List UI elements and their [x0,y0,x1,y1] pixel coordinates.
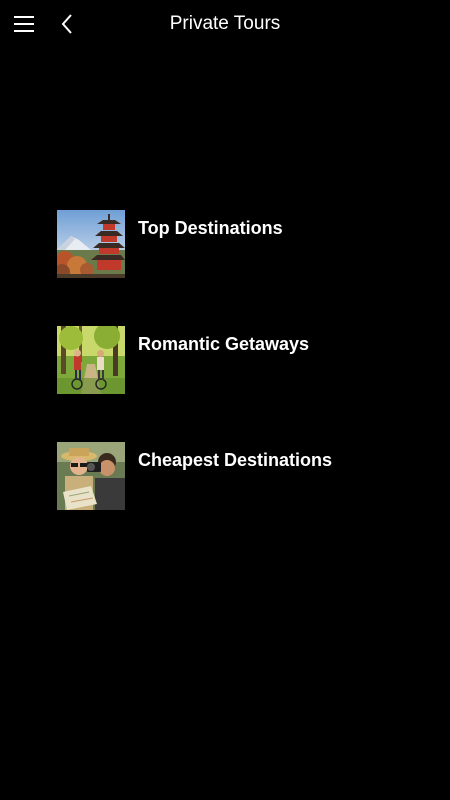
tour-item-top-destinations[interactable]: Top Destinations [57,210,397,278]
app-header: Private Tours [0,0,450,48]
pagoda-mountain-photo [57,210,125,278]
couple-cycling-photo [57,326,125,394]
travelers-with-camera-photo [57,442,125,510]
tour-item-cheapest-destinations[interactable]: Cheapest Destinations [57,442,397,510]
app-screen: Private Tours Top Destinations Romantic … [0,0,450,800]
tour-item-label: Cheapest Destinations [138,450,333,470]
page-title: Private Tours [169,13,281,34]
tour-item-label: Romantic Getaways [138,334,310,354]
tour-item-romantic-getaways[interactable]: Romantic Getaways [57,326,397,394]
tour-item-label: Top Destinations [138,218,283,238]
